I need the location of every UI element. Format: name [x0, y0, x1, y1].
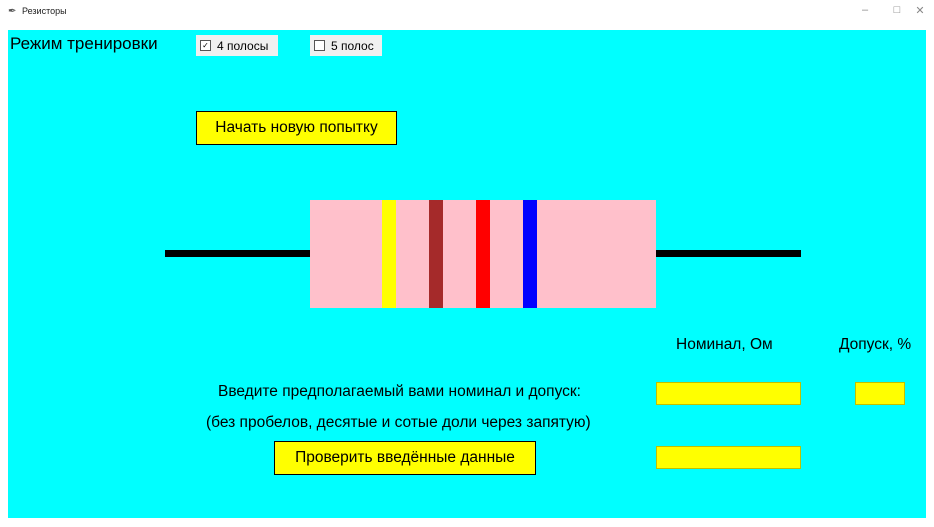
- resistor-band-3: [476, 200, 490, 308]
- feather-icon: ✒: [8, 6, 17, 17]
- resistor-band-2: [429, 200, 443, 308]
- result-field: [656, 446, 801, 469]
- instruction-line-1: Введите предполагаемый вами номинал и до…: [218, 383, 581, 400]
- resistor-band-4: [523, 200, 537, 308]
- nominal-input[interactable]: [656, 382, 801, 405]
- app-canvas: Режим тренировки ✓ 4 полосы 5 полос Нача…: [8, 30, 926, 518]
- check-answer-button[interactable]: Проверить введённые данные: [274, 441, 536, 475]
- resistor-lead-right: [655, 250, 801, 257]
- checkbox-label: 4 полосы: [217, 38, 269, 53]
- tolerance-input[interactable]: [855, 382, 905, 405]
- instruction-line-2: (без пробелов, десятые и сотые доли чере…: [206, 414, 591, 431]
- minimize-button[interactable]: –: [855, 4, 875, 16]
- checkbox-box[interactable]: [314, 40, 325, 51]
- mode-label: Режим тренировки: [10, 34, 158, 53]
- resistor-body: [310, 200, 656, 308]
- tolerance-column-label: Допуск, %: [839, 336, 912, 353]
- checkbox-5-bands[interactable]: 5 полос: [310, 35, 382, 56]
- nominal-column-label: Номинал, Ом: [676, 336, 773, 353]
- window-title: Резисторы: [22, 6, 67, 16]
- resistor-lead-left: [165, 250, 311, 257]
- checkbox-4-bands[interactable]: ✓ 4 полосы: [196, 35, 278, 56]
- resistor-band-1: [382, 200, 396, 308]
- maximize-button[interactable]: □: [887, 4, 907, 16]
- title-bar: ✒ Резисторы – □ ✕: [0, 0, 934, 30]
- new-attempt-button[interactable]: Начать новую попытку: [196, 111, 397, 145]
- checkbox-box[interactable]: ✓: [200, 40, 211, 51]
- checkbox-label: 5 полос: [331, 38, 374, 53]
- close-button[interactable]: ✕: [910, 4, 930, 17]
